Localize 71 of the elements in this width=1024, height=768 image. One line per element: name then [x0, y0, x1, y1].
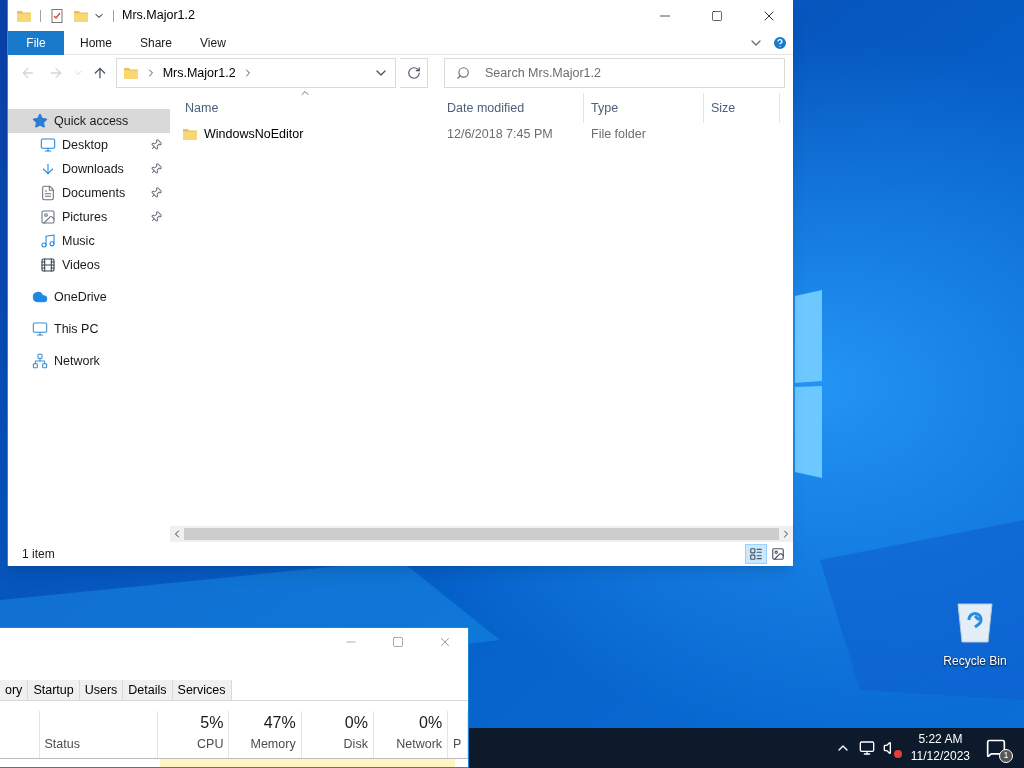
date-modified: 12/6/2018 7:45 PM [446, 125, 554, 143]
folder-icon [122, 65, 139, 81]
sidebar-item[interactable]: Network [8, 349, 170, 373]
tab[interactable]: Details [123, 679, 173, 701]
tab[interactable]: Startup [28, 679, 80, 701]
image-icon [771, 547, 785, 561]
monitor-icon [32, 321, 48, 337]
folder-icon [182, 126, 198, 142]
usage-value: 0% [344, 713, 368, 734]
notification-count: 1 [999, 749, 1013, 763]
document-icon [40, 185, 56, 201]
recycle-bin-icon [955, 600, 995, 644]
horizontal-scrollbar[interactable] [170, 526, 793, 542]
column-header[interactable]: Size [704, 93, 780, 123]
file-row[interactable]: WindowsNoEditor 12/6/2018 7:45 PM File folder [170, 123, 793, 145]
sidebar-item[interactable]: Downloads [8, 157, 170, 181]
column-header[interactable]: Type [584, 93, 704, 123]
music-note-icon [40, 233, 56, 249]
sidebar-item[interactable]: Desktop [8, 133, 170, 157]
usage-value: 47% [263, 713, 296, 734]
clock[interactable]: 5:22 AM 11/12/2023 [910, 731, 970, 765]
list-icon [749, 547, 763, 561]
file-name: WindowsNoEditor [204, 125, 304, 143]
sidebar-item[interactable]: Pictures [8, 205, 170, 229]
sidebar-item[interactable]: Documents [8, 181, 170, 205]
tab[interactable]: ory [0, 679, 29, 701]
error-badge-icon [893, 750, 902, 758]
address-bar[interactable]: Mrs.Major1.2 [115, 58, 397, 88]
status-text: 1 item [22, 546, 56, 563]
sidebar-item[interactable]: OneDrive [8, 285, 170, 309]
star-icon [32, 113, 48, 129]
column-header[interactable]: Name [178, 93, 440, 123]
help-icon[interactable] [772, 34, 788, 51]
column-header[interactable]: 47% Memory [229, 711, 302, 759]
network-icon[interactable] [858, 740, 875, 756]
search-icon [456, 66, 470, 80]
usage-value: 5% [200, 713, 224, 734]
properties-icon[interactable] [49, 7, 65, 24]
maximize-icon[interactable] [711, 9, 723, 22]
column-header[interactable]: Date modified [440, 93, 584, 123]
file-type: File folder [590, 125, 647, 143]
refresh-button[interactable] [400, 58, 428, 88]
cloud-icon [32, 289, 48, 305]
details-view-button[interactable] [745, 544, 767, 564]
sidebar-item[interactable]: Quick access [8, 109, 170, 133]
usage-value: 0% [419, 713, 443, 734]
column-header[interactable]: Status [39, 711, 159, 759]
window-title: Mrs.Major1.2 [122, 7, 196, 25]
network-icon [32, 353, 48, 369]
column-header[interactable]: 0% Disk [301, 711, 374, 759]
search-field[interactable]: Search Mrs.Major1.2 [444, 58, 785, 88]
tab[interactable]: Services [172, 679, 232, 701]
tab[interactable]: Users [79, 679, 124, 701]
ribbon-tab[interactable]: View [188, 30, 238, 55]
column-header[interactable]: 0% Network [373, 711, 449, 759]
maximize-icon[interactable] [392, 635, 404, 648]
film-icon [40, 257, 56, 273]
action-center-icon[interactable] [986, 738, 1006, 758]
desktop-icon[interactable]: Recycle Bin [935, 600, 1015, 670]
image-icon [40, 209, 56, 225]
column-header[interactable]: 5% CPU [158, 711, 230, 759]
breadcrumb[interactable]: Mrs.Major1.2 [162, 63, 236, 83]
sidebar-item[interactable]: Music [8, 229, 170, 253]
monitor-icon [40, 137, 56, 153]
column-header[interactable]: P [448, 711, 468, 759]
ribbon-tab[interactable]: Home [68, 30, 124, 55]
ribbon-tab[interactable]: Share [128, 30, 185, 55]
sidebar-item[interactable]: This PC [8, 317, 170, 341]
sidebar-item[interactable]: Videos [8, 253, 170, 277]
refresh-icon [406, 66, 421, 80]
file-tab[interactable]: File [8, 30, 64, 55]
